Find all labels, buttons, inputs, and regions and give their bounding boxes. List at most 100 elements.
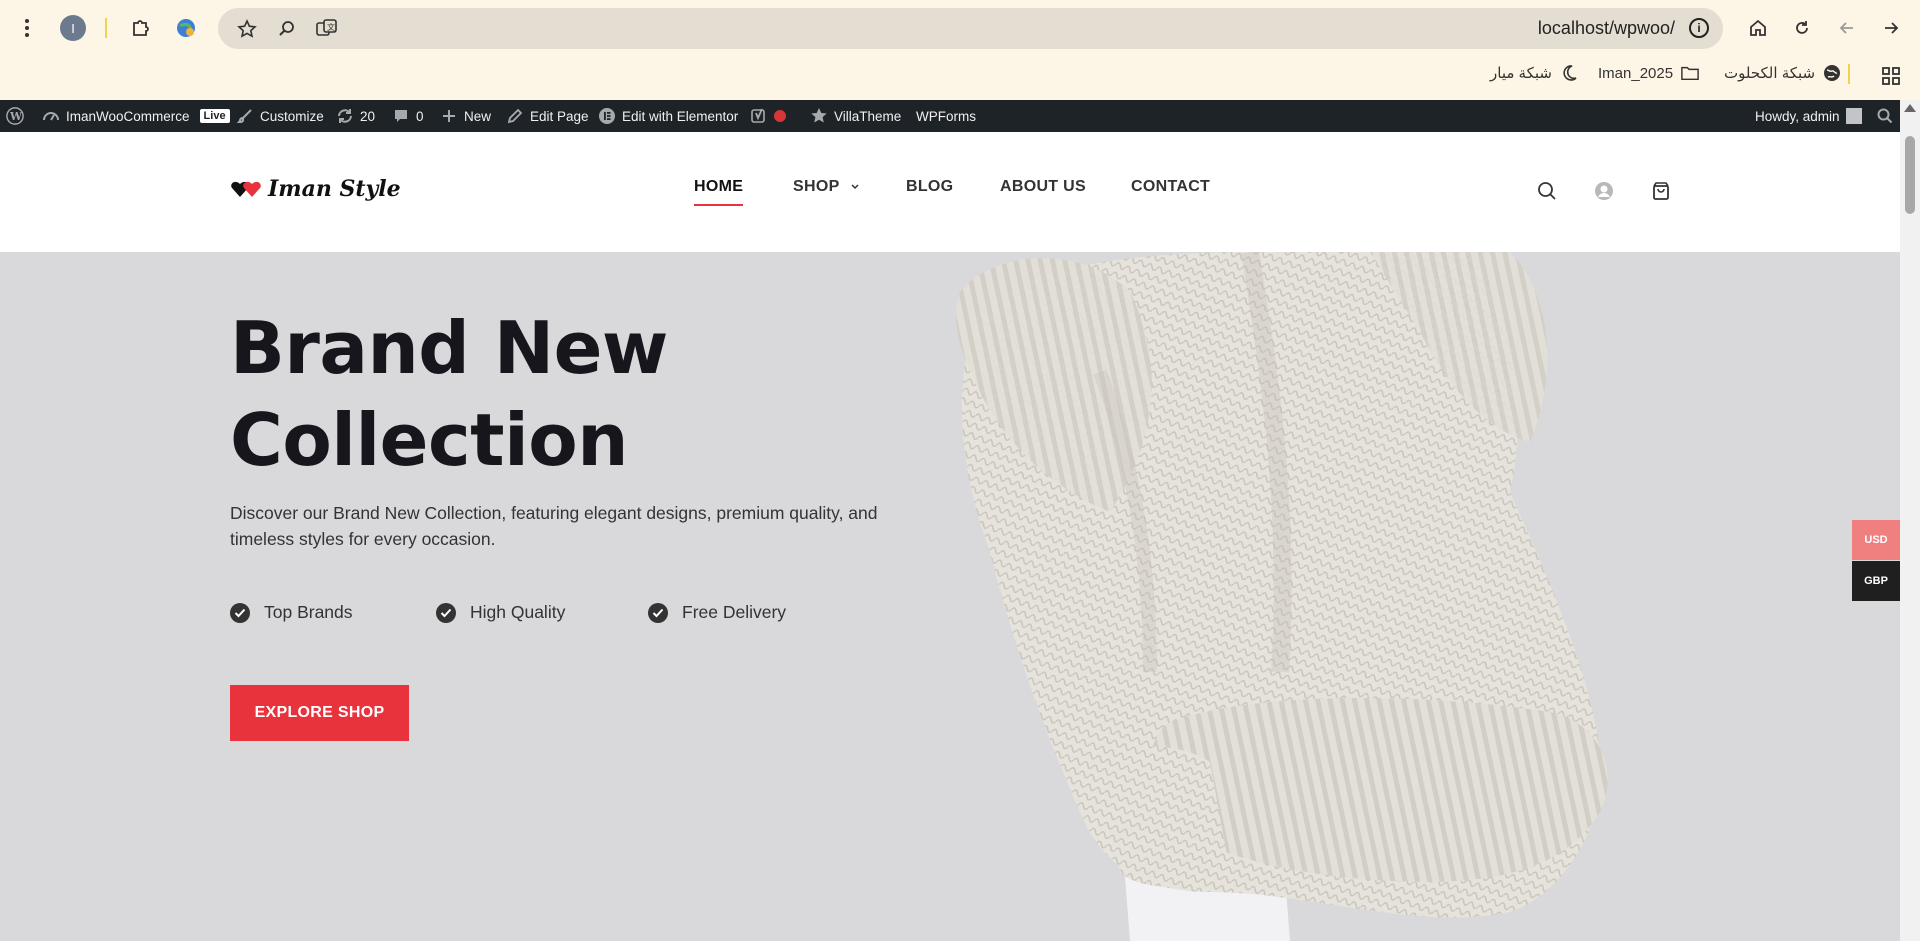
svg-text:文: 文 <box>327 22 335 32</box>
site-header: Iman Style HOME SHOP BLOG ABOUT US CONTA… <box>0 132 1900 252</box>
browser-toolbar: I 文 localhost/wpwoo/ i <box>0 0 1920 56</box>
bookmarks-divider <box>1848 64 1850 84</box>
extensions-icon[interactable] <box>127 14 155 42</box>
wordpress-icon: W <box>6 107 24 125</box>
hero-section: Brand New Collection Discover our Brand … <box>0 252 1900 941</box>
address-bar[interactable]: 文 localhost/wpwoo/ i <box>218 8 1723 49</box>
translate-icon[interactable]: 文 <box>316 18 338 40</box>
scroll-up-arrow-icon[interactable] <box>1904 104 1916 112</box>
elementor-label: Edit with Elementor <box>622 108 739 124</box>
wpforms-menu[interactable]: WPForms <box>916 100 976 132</box>
nav-home[interactable]: HOME <box>694 178 744 206</box>
browser-chrome: I 文 localhost/wpwoo/ i شبكة ميار Iman_20… <box>0 0 1920 100</box>
nav-shop-label: SHOP <box>793 178 840 195</box>
hero-features: Top Brands High Quality Free Delivery <box>230 602 930 632</box>
toolbar-divider <box>105 18 107 38</box>
dashboard-icon <box>42 107 60 125</box>
hero-image-sweater <box>950 252 1730 941</box>
reload-icon[interactable] <box>1788 14 1816 42</box>
new-content-menu[interactable]: New <box>440 100 491 132</box>
search-icon[interactable] <box>1536 180 1558 202</box>
live-badge: Live <box>199 109 230 123</box>
villatheme-menu[interactable]: VillaTheme <box>810 100 901 132</box>
currency-gbp[interactable]: GBP <box>1852 561 1900 601</box>
feature-item: Top Brands <box>230 602 353 623</box>
admin-avatar <box>1845 108 1862 124</box>
feature-item: High Quality <box>436 602 565 623</box>
bookmark-label: شبكة ميار <box>1490 65 1552 82</box>
scroll-thumb[interactable] <box>1905 136 1915 214</box>
check-circle-icon <box>230 602 250 623</box>
updates-count: 20 <box>360 108 376 124</box>
all-bookmarks-icon[interactable] <box>1877 62 1905 90</box>
wp-admin-bar: W ImanWooCommerce Live Customize 20 0 Ne… <box>0 100 1920 132</box>
howdy-label: Howdy, admin <box>1755 108 1840 124</box>
brush-icon <box>236 107 254 125</box>
explore-shop-button[interactable]: EXPLORE SHOP <box>230 685 409 741</box>
hero-title-line1: Brand New <box>230 306 668 390</box>
pencil-icon <box>506 107 524 125</box>
comments-link[interactable]: 0 <box>392 100 424 132</box>
comments-count: 0 <box>416 108 424 124</box>
customize-label: Customize <box>260 108 324 124</box>
logo-text: Iman Style <box>268 176 401 202</box>
folder-icon <box>1681 64 1699 82</box>
edit-page-label: Edit Page <box>530 108 589 124</box>
forward-arrow-icon[interactable] <box>1877 14 1905 42</box>
feature-item: Free Delivery <box>648 602 786 623</box>
elementor-link[interactable]: Edit with Elementor <box>598 100 738 132</box>
nav-shop[interactable]: SHOP <box>793 178 860 196</box>
zoom-icon[interactable] <box>276 18 298 40</box>
search-icon <box>1876 107 1894 125</box>
plus-icon <box>440 107 458 125</box>
site-logo[interactable]: Iman Style <box>230 176 401 202</box>
account-icon[interactable] <box>1593 180 1615 202</box>
seo-status-dot <box>774 110 786 122</box>
home-icon[interactable] <box>1744 14 1772 42</box>
extension-globe-icon[interactable] <box>172 14 200 42</box>
nav-blog[interactable]: BLOG <box>906 178 953 196</box>
nav-about-us[interactable]: ABOUT US <box>1000 178 1086 196</box>
bookmark-item[interactable]: شبكة الكحلوت <box>1724 64 1841 82</box>
wp-logo-menu[interactable]: W <box>6 100 24 132</box>
star-icon <box>810 107 828 125</box>
chevron-down-icon <box>850 178 860 196</box>
bookmark-item[interactable]: شبكة ميار <box>1490 64 1578 82</box>
bookmark-item[interactable]: Iman_2025 <box>1598 64 1699 82</box>
elementor-icon <box>598 107 616 125</box>
logo-hearts-icon <box>230 177 264 201</box>
edit-page-link[interactable]: Edit Page <box>506 100 589 132</box>
currency-usd[interactable]: USD <box>1852 520 1900 560</box>
updates-link[interactable]: 20 <box>336 100 375 132</box>
check-circle-icon <box>436 602 456 623</box>
comment-icon <box>392 107 410 125</box>
bookmark-label: Iman_2025 <box>1598 64 1674 82</box>
hero-title: Brand New Collection <box>230 302 930 486</box>
menu-dots-icon[interactable] <box>13 14 41 42</box>
cart-icon[interactable] <box>1650 180 1672 202</box>
page-scrollbar[interactable] <box>1900 100 1920 941</box>
feature-label: High Quality <box>470 602 566 622</box>
profile-avatar[interactable]: I <box>60 15 86 41</box>
site-name: ImanWooCommerce <box>66 108 190 124</box>
feature-label: Free Delivery <box>682 602 787 622</box>
site-name-menu[interactable]: ImanWooCommerce Live <box>42 100 230 132</box>
yoast-icon <box>750 107 768 125</box>
svg-text:W: W <box>9 110 23 123</box>
villatheme-label: VillaTheme <box>834 108 902 124</box>
new-label: New <box>464 108 492 124</box>
hero-title-line2: Collection <box>230 398 629 482</box>
site-info-icon[interactable]: i <box>1689 18 1709 38</box>
back-arrow-icon[interactable] <box>1833 14 1861 42</box>
url-text: localhost/wpwoo/ <box>1537 18 1675 38</box>
account-menu[interactable]: Howdy, admin <box>1755 100 1862 132</box>
crescent-icon <box>1560 64 1578 82</box>
bookmark-star-icon[interactable] <box>236 18 258 40</box>
hero-description: Discover our Brand New Collection, featu… <box>230 503 878 549</box>
yoast-seo-menu[interactable] <box>750 100 786 132</box>
check-circle-icon <box>648 602 668 623</box>
nav-contact[interactable]: CONTACT <box>1131 178 1210 196</box>
updates-icon <box>336 107 354 125</box>
customize-link[interactable]: Customize <box>236 100 324 132</box>
adminbar-search[interactable] <box>1876 100 1894 132</box>
